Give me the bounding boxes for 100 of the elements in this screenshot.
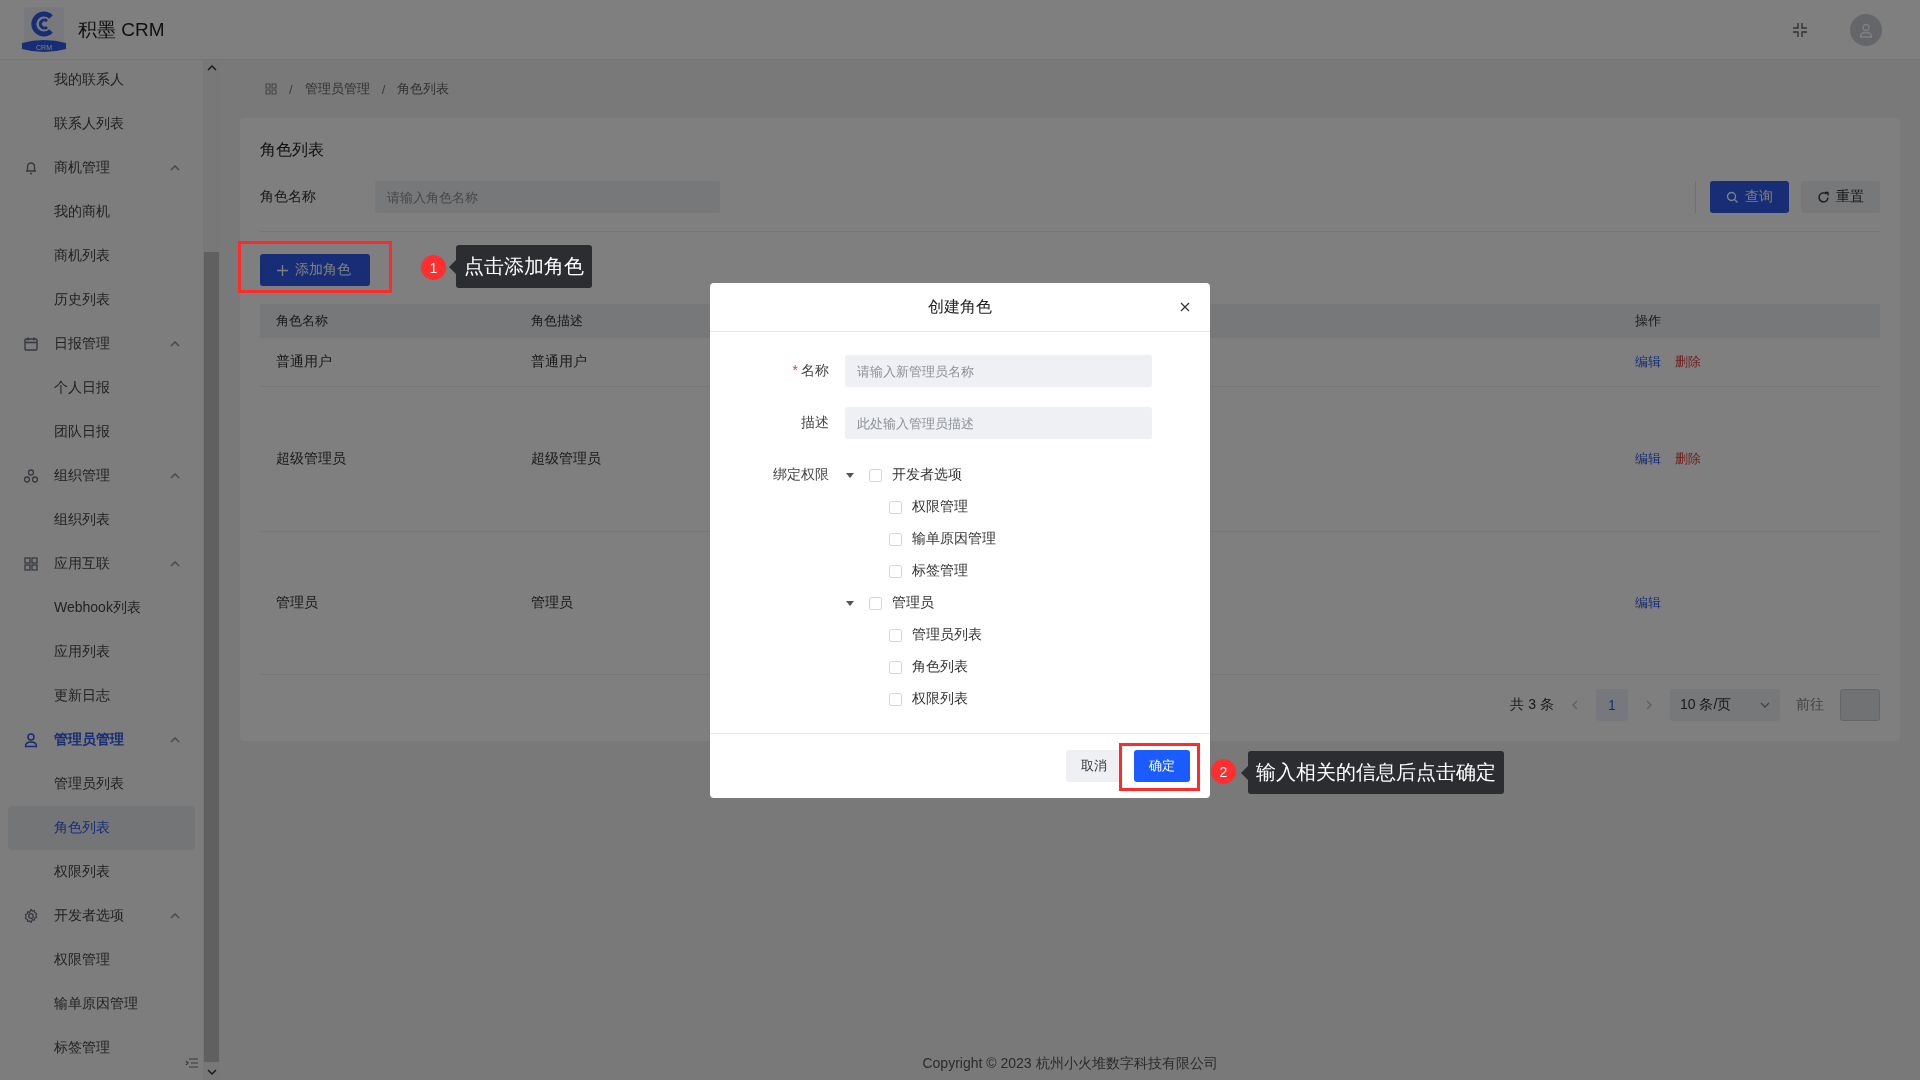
search-icon: [1726, 190, 1739, 204]
home-icon[interactable]: [265, 83, 277, 95]
menu-item[interactable]: 角色列表: [8, 806, 195, 850]
menu-item[interactable]: 我的联系人: [0, 60, 203, 102]
menu-group[interactable]: 开发者选项: [0, 894, 203, 938]
menu-item[interactable]: 输单原因管理: [0, 982, 203, 1026]
menu-item[interactable]: 个人日报: [0, 366, 203, 410]
field-label: 角色名称: [260, 188, 317, 206]
fullscreen-icon[interactable]: [1792, 21, 1808, 38]
menu-group[interactable]: 组织管理: [0, 454, 203, 498]
field-label: 描述: [800, 414, 830, 432]
breadcrumb-separator: /: [289, 81, 293, 97]
refresh-icon: [1817, 190, 1830, 204]
caret-icon: [1760, 700, 1770, 710]
checkbox[interactable]: [889, 628, 902, 642]
menu-fold-icon[interactable]: [185, 1056, 199, 1070]
prev-page-icon[interactable]: [1570, 700, 1580, 710]
total-count: 共 3 条: [1510, 696, 1554, 714]
edit-link[interactable]: 编辑: [1635, 353, 1661, 371]
input-field[interactable]: 此处输入管理员描述: [845, 407, 1152, 439]
plus-icon: [276, 263, 289, 277]
tree-label: 输单原因管理: [912, 530, 996, 548]
tree-node[interactable]: 开发者选项: [845, 459, 996, 491]
menu-item[interactable]: 管理员列表: [0, 762, 203, 806]
tree-node[interactable]: 管理员: [845, 587, 996, 619]
menu-group-icon: [22, 335, 40, 353]
next-page-icon[interactable]: [1644, 700, 1654, 710]
column-header: 操作: [1619, 304, 1880, 338]
tree-label: 标签管理: [912, 562, 968, 580]
breadcrumb-separator: /: [381, 81, 386, 97]
tree-node[interactable]: 标签管理: [845, 555, 996, 587]
menu-group-icon: [22, 467, 40, 485]
cancel-button[interactable]: 取消: [1066, 750, 1122, 782]
caret-icon[interactable]: [845, 598, 855, 608]
goto-label: 前往: [1796, 696, 1824, 714]
breadcrumb-link[interactable]: 管理员管理: [304, 80, 370, 98]
menu-item[interactable]: 权限列表: [0, 850, 203, 894]
scroll-up-icon[interactable]: [206, 64, 217, 72]
copyright-text: Copyright © 2023 杭州小火堆数字科技有限公司: [921, 1055, 1219, 1073]
field-label: 绑定权限: [772, 465, 830, 484]
add-button[interactable]: 添加角色: [260, 254, 370, 286]
delete-link[interactable]: 删除: [1675, 353, 1701, 371]
checkbox[interactable]: [889, 500, 902, 514]
tree-label: 开发者选项: [892, 466, 962, 484]
menu-group-icon: [22, 907, 40, 925]
menu-item[interactable]: 历史列表: [0, 278, 203, 322]
tree-label: 角色列表: [912, 658, 968, 676]
card-title: 角色列表: [260, 140, 325, 160]
tree-label: 管理员列表: [912, 626, 982, 644]
menu-item[interactable]: 组织列表: [0, 498, 203, 542]
menu-item[interactable]: 应用列表: [0, 630, 203, 674]
tree-node[interactable]: 管理员列表: [845, 619, 996, 651]
menu-group-icon: [22, 555, 40, 573]
menu-item[interactable]: 商机列表: [0, 234, 203, 278]
reset-button[interactable]: 重置: [1801, 181, 1880, 213]
menu-group[interactable]: 管理员管理: [0, 718, 203, 762]
page-button[interactable]: 1: [1596, 689, 1628, 721]
menu-group[interactable]: 商机管理: [0, 146, 203, 190]
avatar[interactable]: [1850, 13, 1882, 46]
search-button[interactable]: 查询: [1710, 181, 1789, 213]
callout-text: 输入相关的信息后点击确定: [1241, 751, 1504, 794]
menu-group[interactable]: 应用互联: [0, 542, 203, 586]
checkbox[interactable]: [889, 692, 902, 706]
table-cell: 普通用户: [260, 338, 515, 387]
menu-item[interactable]: 我的商机: [0, 190, 203, 234]
close-icon[interactable]: [1180, 302, 1190, 312]
tree-label: 管理员: [892, 594, 934, 612]
checkbox[interactable]: [869, 468, 882, 482]
page-size-select[interactable]: 10 条/页: [1670, 689, 1780, 721]
table-cell: 超级管理员: [260, 387, 515, 532]
tree-label: 权限列表: [912, 690, 968, 708]
caret-icon[interactable]: [845, 470, 855, 480]
confirm-button[interactable]: 确定: [1134, 750, 1190, 782]
callout-text: 点击添加角色: [449, 245, 592, 288]
tree-node[interactable]: 权限管理: [845, 491, 996, 523]
page-input[interactable]: [1840, 689, 1880, 721]
menu-item[interactable]: 联系人列表: [0, 102, 203, 146]
input-field[interactable]: 请输入新管理员名称: [845, 355, 1152, 387]
checkbox[interactable]: [889, 564, 902, 578]
menu-group-icon: [22, 731, 40, 749]
step-number: 2: [1211, 759, 1236, 784]
checkbox[interactable]: [869, 596, 882, 610]
menu-group[interactable]: 日报管理: [0, 322, 203, 366]
tree-node[interactable]: 权限列表: [845, 683, 996, 715]
checkbox[interactable]: [889, 532, 902, 546]
breadcrumb-link[interactable]: 角色列表: [397, 80, 450, 98]
menu-item[interactable]: Webhook列表: [0, 586, 203, 630]
scroll-down-icon[interactable]: [206, 1068, 217, 1076]
delete-link[interactable]: 删除: [1675, 450, 1701, 468]
checkbox[interactable]: [889, 660, 902, 674]
column-header: 角色名称: [260, 304, 515, 338]
menu-item[interactable]: 团队日报: [0, 410, 203, 454]
menu-item[interactable]: 更新日志: [0, 674, 203, 718]
table-cell: 管理员: [260, 532, 515, 675]
edit-link[interactable]: 编辑: [1635, 594, 1661, 612]
menu-item[interactable]: 标签管理: [0, 1026, 203, 1070]
app-title: 积墨 CRM: [78, 17, 165, 42]
field-label: * 名称: [791, 362, 830, 380]
menu-item[interactable]: 权限管理: [0, 938, 203, 982]
edit-link[interactable]: 编辑: [1635, 450, 1661, 468]
